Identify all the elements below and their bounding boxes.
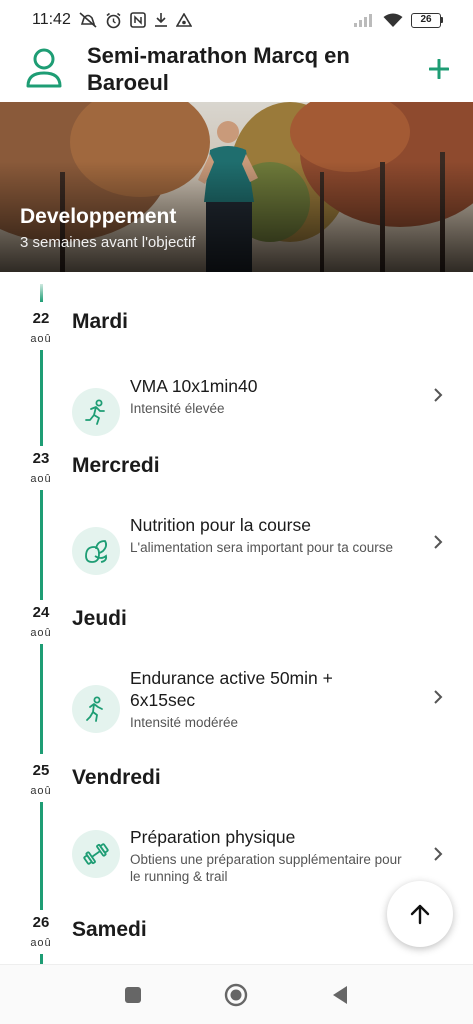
- chevron-right-icon: [434, 535, 443, 549]
- running-icon: [72, 685, 120, 733]
- date-month: aoû: [30, 627, 52, 639]
- scroll-to-top-button[interactable]: [387, 881, 453, 947]
- day-name: Mardi: [72, 310, 129, 333]
- objective-banner[interactable]: Developpement 3 semaines avant l'objecti…: [0, 102, 473, 272]
- date-day: 24: [32, 604, 50, 621]
- wifi-icon: [383, 13, 403, 28]
- date-marker: 23 aoû: [22, 446, 60, 490]
- session-title: Nutrition pour la course: [130, 515, 311, 535]
- session-title: Préparation physique: [130, 827, 296, 847]
- date-day: 23: [32, 450, 50, 467]
- back-triangle-icon: [333, 986, 347, 1004]
- date-month: aoû: [30, 333, 52, 345]
- session-description: Obtiens une préparation supplémentaire p…: [130, 852, 402, 884]
- day-name: Vendredi: [72, 766, 161, 789]
- session-description: L'alimentation sera important pour ta co…: [130, 540, 393, 555]
- muted-icon: [79, 12, 97, 28]
- day-name: Jeudi: [72, 607, 127, 630]
- day-name: Samedi: [72, 918, 147, 941]
- circle-icon: [224, 983, 248, 1007]
- signal-icon: [353, 13, 375, 27]
- recents-button[interactable]: [121, 983, 145, 1007]
- session-card[interactable]: Nutrition pour la course L'alimentation …: [72, 514, 457, 588]
- date-day: 25: [32, 762, 50, 779]
- chevron-right-icon: [434, 690, 443, 704]
- plus-icon: [429, 59, 449, 79]
- day-name: Mercredi: [72, 454, 160, 477]
- session-description: Intensité modérée: [130, 715, 239, 730]
- session-card[interactable]: Endurance active 50min + 6x15sec Intensi…: [72, 667, 457, 741]
- timeline-line: [40, 284, 43, 302]
- session-description: Intensité élevée: [130, 401, 225, 416]
- chevron-right-icon: [434, 388, 443, 402]
- app-header: Semi-marathon Marcq en Baroeul: [0, 40, 473, 102]
- timeline-line: [40, 634, 43, 754]
- session-title: Endurance active 50min + 6x15sec: [130, 668, 333, 710]
- training-phase: Developpement: [20, 205, 177, 228]
- alarm-icon: [105, 12, 122, 29]
- session-title: VMA 10x1min40: [130, 376, 258, 396]
- square-icon: [125, 987, 141, 1003]
- timeline-line: [40, 480, 43, 600]
- running-icon: [72, 388, 120, 436]
- home-button[interactable]: [224, 983, 248, 1007]
- nutrition-icon: [72, 527, 120, 575]
- nfc-icon: [130, 12, 146, 28]
- date-marker: 24 aoû: [22, 600, 60, 644]
- dumbbell-icon: [72, 830, 120, 878]
- chevron-right-icon: [434, 847, 443, 861]
- status-bar: 11:42 26: [0, 0, 473, 40]
- status-time: 11:42: [32, 11, 71, 28]
- date-marker: 22 aoû: [22, 306, 60, 350]
- vpn-icon: [175, 12, 192, 28]
- arrow-up-icon: [410, 904, 430, 925]
- date-marker: 26 aoû: [22, 910, 60, 954]
- date-day: 26: [32, 914, 50, 931]
- date-marker: 25 aoû: [22, 758, 60, 802]
- date-month: aoû: [30, 785, 52, 797]
- training-timeline: 22 aoû Mardi VMA 10x1min40 Intensité éle…: [0, 272, 473, 964]
- date-day: 22: [32, 310, 50, 327]
- date-month: aoû: [30, 473, 52, 485]
- battery-icon: 26: [411, 12, 443, 28]
- session-card[interactable]: VMA 10x1min40 Intensité élevée: [72, 375, 457, 449]
- system-nav-bar: [0, 964, 473, 1024]
- timeline-line: [40, 792, 43, 914]
- back-button[interactable]: [328, 983, 352, 1007]
- page-title: Semi-marathon Marcq en Baroeul: [87, 43, 350, 95]
- date-month: aoû: [30, 937, 52, 949]
- weeks-remaining: 3 semaines avant l'objectif: [20, 234, 196, 251]
- download-icon: [154, 12, 168, 28]
- add-button[interactable]: [422, 52, 456, 86]
- battery-level: 26: [411, 12, 441, 28]
- profile-avatar-icon[interactable]: [24, 46, 64, 90]
- timeline-line: [40, 340, 43, 450]
